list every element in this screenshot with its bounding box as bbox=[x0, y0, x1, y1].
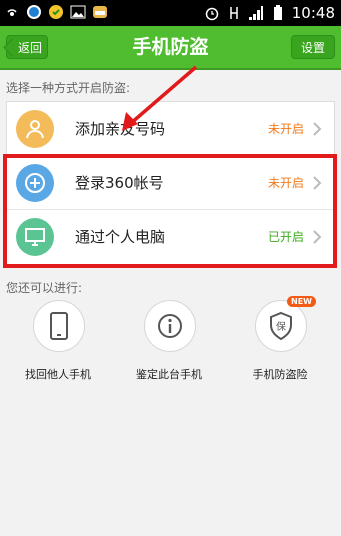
chevron-right-icon bbox=[313, 230, 322, 244]
tile-theft-insurance[interactable]: 保 NEW 手机防盗险 bbox=[225, 296, 335, 390]
option-label: 添加亲友号码 bbox=[75, 120, 166, 138]
option-status: 未开启 bbox=[267, 122, 304, 136]
tile-label: 鉴定此台手机 bbox=[136, 368, 202, 381]
back-button-label: 返回 bbox=[17, 40, 42, 55]
app-360-icon bbox=[26, 4, 42, 20]
data-connection-icon bbox=[226, 5, 242, 21]
phone-icon bbox=[33, 300, 85, 352]
monitor-icon bbox=[16, 218, 54, 256]
shield-icon: 保 bbox=[255, 300, 307, 352]
signal-icon bbox=[248, 5, 264, 21]
option-label: 登录360帐号 bbox=[75, 174, 164, 192]
options-list: 添加亲友号码 未开启 登录360帐号 未开启 通过个人电脑 已开启 bbox=[6, 101, 335, 265]
option-status: 未开启 bbox=[267, 176, 304, 190]
tile-label: 找回他人手机 bbox=[25, 368, 91, 381]
option-login-360[interactable]: 登录360帐号 未开启 bbox=[7, 156, 334, 210]
shield-text: 保 bbox=[276, 320, 286, 333]
section-label-more: 您还可以进行: bbox=[6, 281, 83, 295]
option-status: 已开启 bbox=[267, 230, 304, 244]
tile-check-phone[interactable]: 鉴定此台手机 bbox=[114, 300, 224, 390]
gallery-icon bbox=[70, 4, 86, 20]
notification-app-icon bbox=[92, 4, 108, 20]
app-shield-icon bbox=[48, 4, 64, 20]
wifi-hotspot-icon bbox=[4, 4, 20, 20]
status-bar-left-icons bbox=[4, 4, 108, 20]
chevron-right-icon bbox=[313, 176, 322, 190]
clock: 10:48 bbox=[291, 4, 335, 22]
status-bar: 10:48 bbox=[0, 0, 341, 26]
info-icon bbox=[144, 300, 196, 352]
person-icon bbox=[16, 110, 54, 148]
tile-find-phone[interactable]: 找回他人手机 bbox=[3, 300, 113, 390]
new-badge: NEW bbox=[287, 296, 316, 307]
battery-icon bbox=[270, 5, 286, 21]
tools-row: 找回他人手机 鉴定此台手机 保 NEW 手机防盗险 bbox=[0, 296, 341, 390]
alarm-icon bbox=[204, 5, 220, 21]
title-bar: 返回 手机防盗 设置 bbox=[0, 26, 341, 70]
plus-circle-icon bbox=[16, 164, 54, 202]
option-label: 通过个人电脑 bbox=[75, 228, 166, 246]
status-bar-right: 10:48 bbox=[204, 3, 335, 23]
option-via-pc[interactable]: 通过个人电脑 已开启 bbox=[7, 210, 334, 264]
page-title: 手机防盗 bbox=[132, 36, 209, 58]
option-add-contact[interactable]: 添加亲友号码 未开启 bbox=[7, 102, 334, 156]
chevron-right-icon bbox=[313, 122, 322, 136]
back-button[interactable]: 返回 bbox=[6, 35, 48, 59]
settings-button[interactable]: 设置 bbox=[291, 35, 335, 59]
section-label-enable: 选择一种方式开启防盗: bbox=[6, 81, 131, 95]
tile-label: 手机防盗险 bbox=[252, 368, 308, 381]
